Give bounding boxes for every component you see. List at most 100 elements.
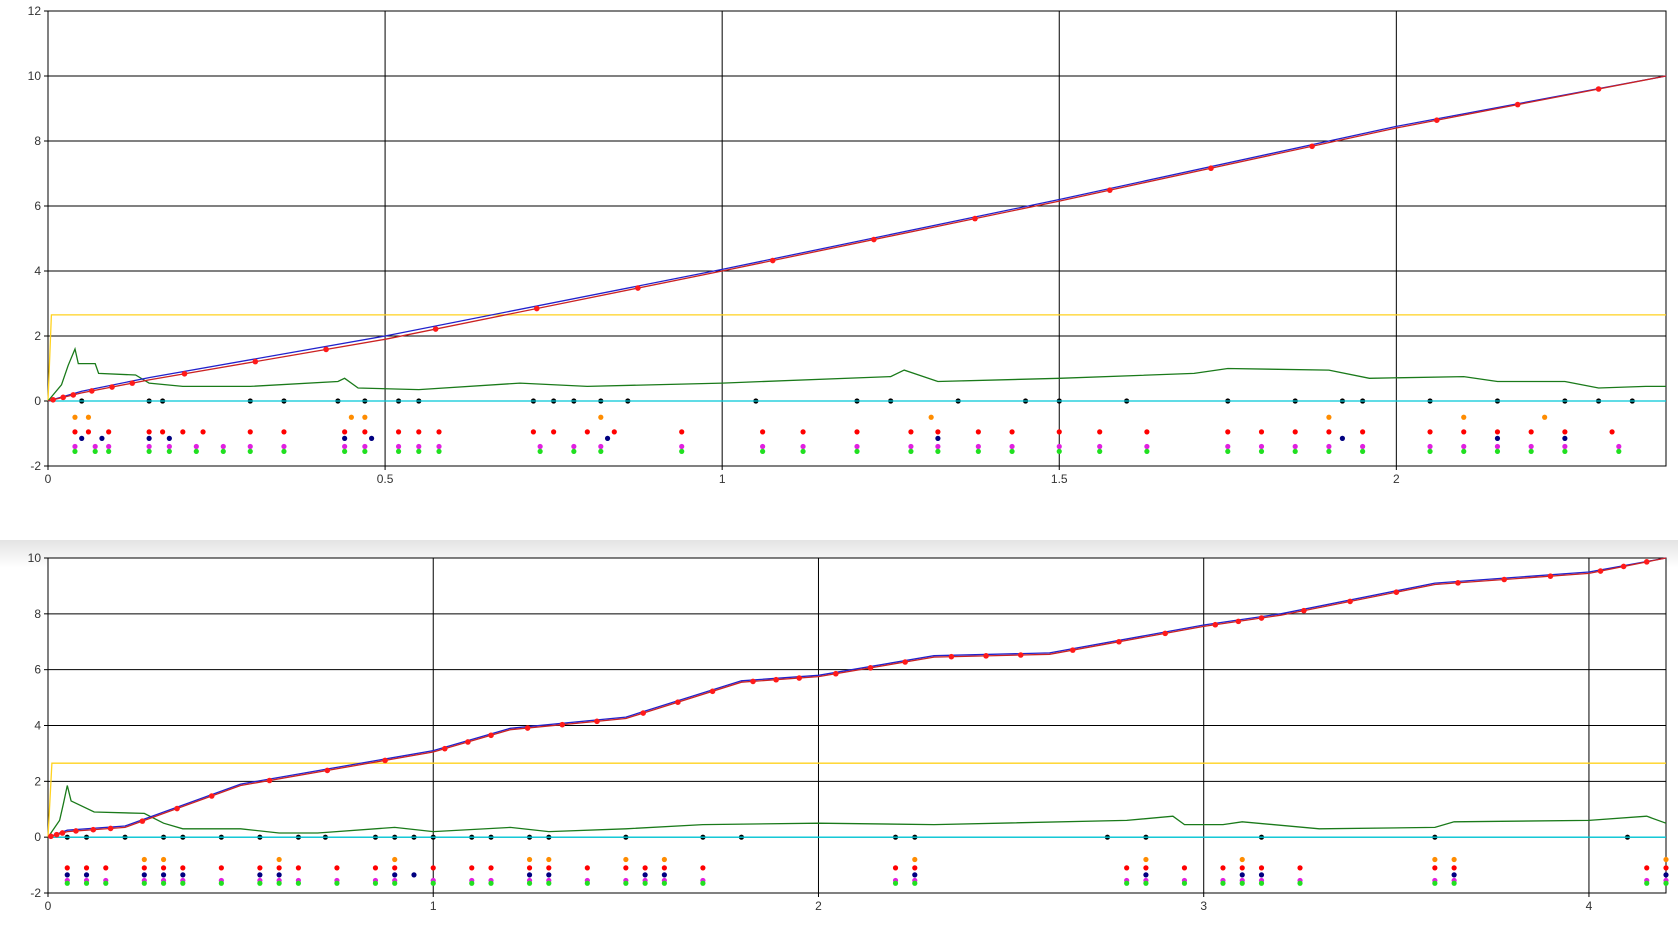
x-tick-label: 0: [45, 472, 52, 486]
sample-marker: [1501, 576, 1507, 583]
event-marker: [908, 429, 914, 435]
sample-marker: [559, 721, 566, 728]
event-marker: [584, 429, 590, 435]
y-tick-label: 10: [28, 69, 42, 83]
event-marker: [1432, 856, 1438, 863]
event-marker: [908, 448, 914, 454]
sample-marker: [833, 670, 839, 677]
y-tick-label: -2: [30, 886, 41, 900]
event-marker: [1144, 443, 1150, 450]
event-marker: [1009, 448, 1015, 454]
sample-marker: [382, 757, 388, 764]
plot-area: [47, 10, 1667, 467]
event-marker: [1494, 429, 1501, 435]
event-marker: [92, 443, 98, 450]
event-marker: [372, 880, 379, 886]
event-marker: [598, 448, 604, 454]
sample-marker: [972, 215, 978, 222]
event-marker: [392, 872, 398, 878]
sample-marker: [107, 825, 114, 832]
sample-marker: [902, 659, 908, 665]
event-marker: [1258, 448, 1265, 454]
event-marker: [1009, 443, 1015, 450]
sample-marker: [594, 718, 600, 725]
event-marker: [661, 880, 667, 886]
sample-marker: [50, 396, 56, 403]
event-marker: [141, 872, 147, 878]
sample-marker: [1309, 143, 1315, 150]
event-marker: [160, 880, 167, 886]
event-marker: [1451, 872, 1457, 878]
sample-marker: [635, 285, 641, 291]
event-marker: [935, 429, 941, 435]
event-marker: [537, 448, 543, 454]
sample-marker: [252, 358, 259, 365]
event-marker: [1144, 448, 1150, 454]
sample-marker: [1620, 563, 1627, 570]
event-marker: [392, 856, 398, 863]
x-tick-label: 0.5: [377, 472, 394, 486]
event-marker: [83, 880, 90, 886]
sample-marker: [441, 745, 448, 752]
event-marker: [160, 865, 167, 871]
event-marker: [276, 865, 282, 871]
event-marker: [679, 448, 685, 454]
event-marker: [83, 872, 90, 878]
event-marker: [679, 443, 685, 450]
event-marker: [604, 435, 611, 441]
y-tick-label: 6: [34, 199, 41, 213]
event-marker: [79, 435, 85, 441]
event-marker: [218, 865, 224, 871]
event-marker: [180, 865, 186, 871]
event-marker: [146, 448, 152, 454]
sample-marker: [1347, 598, 1353, 605]
event-marker: [342, 435, 348, 441]
event-marker: [160, 856, 167, 863]
event-marker: [469, 865, 475, 871]
event-marker: [1663, 872, 1669, 878]
event-marker: [700, 865, 706, 871]
event-marker: [342, 443, 348, 450]
event-marker: [1542, 414, 1548, 420]
event-marker: [1144, 429, 1150, 435]
event-marker: [362, 414, 368, 420]
sample-marker: [60, 394, 66, 401]
event-marker: [661, 856, 667, 863]
event-marker: [146, 443, 152, 450]
event-marker: [1258, 429, 1265, 435]
x-tick-label: 1: [430, 899, 437, 913]
event-marker: [1360, 443, 1366, 450]
event-marker: [1461, 429, 1467, 435]
y-tick-label: 2: [34, 329, 41, 343]
event-marker: [1225, 429, 1231, 435]
event-marker: [64, 880, 70, 886]
sample-marker: [90, 826, 97, 833]
event-marker: [700, 880, 706, 886]
event-marker: [912, 872, 918, 878]
sample-marker: [1235, 618, 1242, 625]
sample-marker: [796, 675, 803, 681]
event-marker: [642, 880, 648, 886]
event-marker: [369, 435, 375, 441]
event-marker: [598, 443, 604, 450]
sample-marker: [1069, 647, 1076, 653]
event-marker: [85, 414, 92, 420]
event-marker: [430, 880, 436, 886]
event-marker: [193, 448, 199, 454]
event-marker: [623, 856, 629, 863]
y-tick-label: 6: [34, 663, 41, 677]
sample-marker: [948, 653, 955, 660]
sample-marker: [1258, 615, 1265, 621]
event-marker: [661, 872, 667, 878]
event-marker: [854, 448, 860, 454]
event-marker: [526, 856, 533, 863]
event-marker: [166, 435, 172, 441]
event-marker: [416, 429, 422, 435]
event-marker: [220, 448, 226, 454]
event-marker: [760, 443, 766, 450]
event-marker: [584, 865, 590, 871]
event-marker: [220, 443, 226, 450]
event-marker: [1461, 414, 1467, 420]
sample-marker: [769, 257, 776, 264]
event-marker: [975, 443, 981, 450]
